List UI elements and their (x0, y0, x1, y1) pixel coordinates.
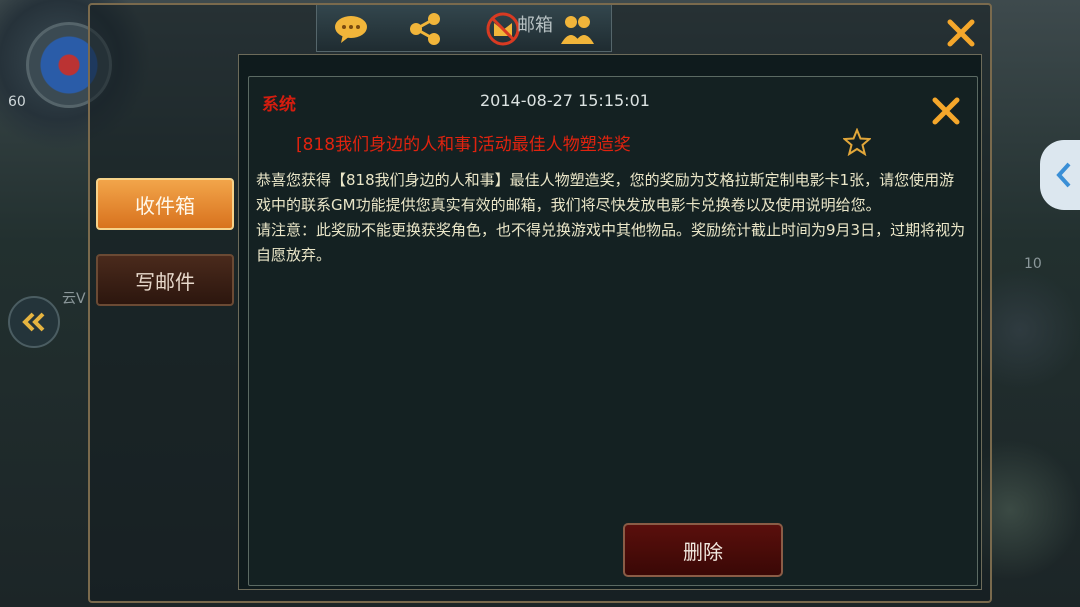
delete-button[interactable]: 删除 (623, 523, 783, 577)
tab-chat[interactable] (331, 11, 371, 47)
mail-sender: 系统 (262, 95, 296, 115)
mail-body-paragraph: 恭喜您获得【818我们身边的人和事】最佳人物塑造奖，您的奖励为艾格拉斯定制电影卡… (256, 171, 955, 214)
expand-right-button[interactable] (1040, 140, 1080, 210)
close-mail-button[interactable] (930, 95, 962, 127)
close-icon (932, 97, 960, 125)
chevron-left-icon (1056, 162, 1071, 188)
player-level: 60 (8, 94, 26, 110)
tab-friends[interactable] (557, 11, 597, 47)
friends-icon (561, 16, 594, 44)
chat-icon (335, 16, 367, 43)
mail-icon (486, 12, 520, 46)
mail-body: 恭喜您获得【818我们身边的人和事】最佳人物塑造奖，您的奖励为艾格拉斯定制电影卡… (256, 168, 968, 268)
inbox-button[interactable]: 收件箱 (96, 178, 234, 230)
star-icon (841, 127, 873, 157)
mail-subject: [818我们身边的人和事]活动最佳人物塑造奖 (296, 135, 631, 155)
write-mail-button[interactable]: 写邮件 (96, 254, 234, 306)
double-chevron-left-icon (22, 312, 45, 332)
tab-bar (316, 5, 612, 52)
favorite-button[interactable] (841, 127, 873, 157)
mail-date: 2014-08-27 15:15:01 (480, 91, 650, 110)
mail-body-paragraph: 请注意：此奖励不能更换获奖角色，也不得兑换游戏中其他物品。奖励统计截止时间为9月… (256, 221, 966, 264)
tab-share[interactable] (405, 11, 445, 47)
side-label: 云V (62, 291, 86, 307)
close-window-button[interactable] (944, 16, 978, 50)
collapse-left-button[interactable] (8, 296, 60, 348)
close-icon (947, 19, 975, 47)
side-value: 10 (1024, 256, 1042, 272)
window-title: 邮箱 (517, 15, 553, 36)
share-icon (410, 13, 440, 45)
